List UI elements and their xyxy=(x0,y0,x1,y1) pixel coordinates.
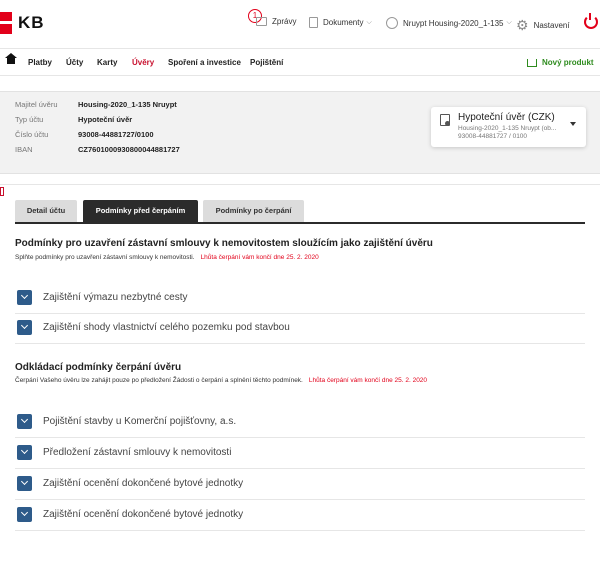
chevron-down-icon: ⌵ xyxy=(366,18,372,26)
accordion-item-label: Zajištění výmazu nezbytné cesty xyxy=(43,292,188,303)
user-menu[interactable]: Nruypt Housing-2020_1-135 ⌵ xyxy=(386,17,512,29)
documents-label: Dokumenty xyxy=(323,18,364,27)
account-selector-subtitle: Housing-2020_1-135 Nruypt (ob... xyxy=(458,125,557,132)
accordion-item-label: Pojištění stavby u Komerční pojišťovny, … xyxy=(43,416,237,427)
new-product-button[interactable]: Nový produkt xyxy=(527,58,594,67)
chevron-down-icon[interactable] xyxy=(17,476,32,491)
logo-text: KB xyxy=(18,13,45,32)
type-value: Hypoteční úvěr xyxy=(78,115,133,124)
accordion-item[interactable]: Zajištění ocenění dokončené bytové jedno… xyxy=(15,500,585,531)
nav-item-uvery[interactable]: Úvěry xyxy=(132,58,154,67)
nav-item-platby[interactable]: Platby xyxy=(28,58,52,67)
documents-menu[interactable]: Dokumenty ⌵ xyxy=(309,17,372,28)
number-value: 93008-44881727/0100 xyxy=(78,130,154,139)
section1-title: Podmínky pro uzavření zástavní smlouvy k… xyxy=(15,238,433,249)
section2-deadline: Lhůta čerpání vám končí dne 25. 2. 2020 xyxy=(308,377,428,384)
focus-marker xyxy=(0,187,4,196)
chevron-down-icon[interactable] xyxy=(17,445,32,460)
cart-icon xyxy=(527,58,537,67)
settings-link[interactable]: ⚙ Nastavení xyxy=(516,17,570,34)
section2-note: Čerpání Vašeho úvěru lze zahájit pouze p… xyxy=(15,377,427,384)
chevron-down-icon[interactable] xyxy=(17,320,32,335)
accordion-item[interactable]: Zajištění shody vlastnictví celého pozem… xyxy=(15,313,585,344)
chevron-down-icon: ⌵ xyxy=(506,19,512,26)
user-label: Nruypt Housing-2020_1-135 xyxy=(403,18,504,28)
account-selector[interactable]: Hypoteční úvěr (CZK) Housing-2020_1-135 … xyxy=(431,107,586,147)
nav-item-sporeni[interactable]: Spoření a investice xyxy=(168,58,241,67)
gear-icon: ⚙ xyxy=(516,17,529,33)
section2-title: Odkládací podmínky čerpání úvěru xyxy=(15,362,182,373)
user-icon xyxy=(386,17,398,29)
iban-label: IBAN xyxy=(15,145,33,154)
power-icon[interactable] xyxy=(584,13,598,29)
accordion-item-label: Předložení zástavní smlouvy k nemovitost… xyxy=(43,447,232,458)
section1-deadline: Lhůta čerpání vám končí dne 25. 2. 2020 xyxy=(200,254,319,261)
tab-underline xyxy=(15,222,585,224)
chevron-down-icon[interactable] xyxy=(17,414,32,429)
home-icon[interactable] xyxy=(5,53,17,67)
type-label: Typ účtu xyxy=(15,115,44,124)
mortgage-document-icon xyxy=(440,114,450,126)
section1-note: Splňte podmínky pro uzavření zástavní sm… xyxy=(15,254,319,261)
settings-label: Nastavení xyxy=(533,21,570,30)
section2-note-text: Čerpání Vašeho úvěru lze zahájit pouze p… xyxy=(15,377,303,384)
account-selector-title: Hypoteční úvěr (CZK) xyxy=(458,112,555,123)
iban-value: CZ7601000930800044881727 xyxy=(78,145,180,154)
chevron-down-icon[interactable] xyxy=(17,290,32,305)
accordion-item-label: Zajištění ocenění dokončené bytové jedno… xyxy=(43,509,244,520)
nav-item-pojisteni[interactable]: Pojištění xyxy=(250,58,283,67)
accordion-item[interactable]: Zajištění výmazu nezbytné cesty xyxy=(15,283,585,314)
chevron-down-icon[interactable] xyxy=(17,507,32,522)
accordion-item-label: Zajištění ocenění dokončené bytové jedno… xyxy=(43,478,244,489)
section1-note-text: Splňte podmínky pro uzavření zástavní sm… xyxy=(15,254,195,261)
top-header: KB 1 Zprávy Dokumenty ⌵ Nruypt Housing-2… xyxy=(0,0,600,48)
chevron-down-icon xyxy=(570,122,576,126)
nav-item-ucty[interactable]: Účty xyxy=(66,58,83,67)
accordion-item[interactable]: Pojištění stavby u Komerční pojišťovny, … xyxy=(15,407,585,438)
owner-value: Housing-2020_1-135 Nruypt xyxy=(78,100,177,109)
accordion-item[interactable]: Předložení zástavní smlouvy k nemovitost… xyxy=(15,438,585,469)
accordion-item-label: Zajištění shody vlastnictví celého pozem… xyxy=(43,322,290,333)
logo-mark-icon xyxy=(0,12,12,34)
document-icon xyxy=(309,17,318,28)
owner-label: Majitel úvěru xyxy=(15,100,58,109)
tab-podminky-po-cerpani[interactable]: Podmínky po čerpání xyxy=(203,200,304,222)
messages-link[interactable]: Zprávy xyxy=(256,17,296,26)
tab-detail-uctu[interactable]: Detail účtu xyxy=(15,200,77,222)
accordion-item[interactable]: Zajištění ocenění dokončené bytové jedno… xyxy=(15,469,585,500)
nav-item-karty[interactable]: Karty xyxy=(97,58,117,67)
envelope-icon xyxy=(256,17,267,26)
new-product-label: Nový produkt xyxy=(542,58,594,67)
tab-podminky-pred-cerpanim[interactable]: Podmínky před čerpáním xyxy=(83,200,198,222)
kb-logo[interactable]: KB xyxy=(0,12,46,34)
account-selector-number: 93008-44881727 / 0100 xyxy=(458,133,528,140)
number-label: Číslo účtu xyxy=(15,130,49,139)
messages-label: Zprávy xyxy=(272,17,297,26)
main-navigation: Platby Účty Karty Úvěry Spoření a invest… xyxy=(0,48,600,76)
